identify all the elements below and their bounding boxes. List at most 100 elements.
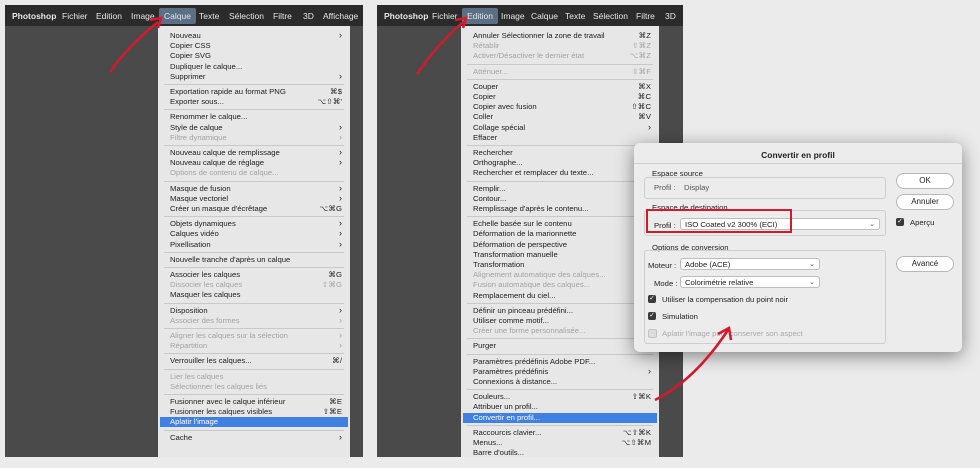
menu-item[interactable]: Associer les calques ⌘G — [170, 270, 342, 280]
menu-item[interactable]: Connexions à distance... — [473, 377, 651, 387]
menu-item[interactable]: Transformation manuelle — [473, 250, 651, 260]
menubar-image[interactable]: Image — [131, 11, 155, 21]
menu-item[interactable]: Copier CSS — [170, 41, 342, 51]
menu-item[interactable]: Remplacement du ciel... — [473, 291, 651, 301]
menu-item[interactable]: Barre d'outils... — [473, 448, 651, 457]
menu-item[interactable]: Définir un pinceau prédéfini... — [473, 306, 651, 316]
engine-select[interactable]: Adobe (ACE) ⌄ — [680, 258, 820, 270]
menu-item[interactable]: Rechercher — [473, 148, 651, 158]
menu-item[interactable]: Purger› — [473, 340, 651, 351]
menu-item-label: Cache — [170, 432, 193, 442]
engine-label: Moteur : — [648, 261, 677, 270]
menu-item[interactable]: Transformation — [473, 260, 651, 270]
menu-item[interactable]: Exportation rapide au format PNG ⌘$ — [170, 87, 342, 97]
menu-item[interactable]: Convertir en profil... — [463, 412, 657, 423]
cancel-button[interactable]: Annuler — [896, 194, 954, 210]
menubar-fichier[interactable]: Fichier — [62, 11, 88, 21]
menu-item[interactable]: Coller ⌘V — [473, 112, 651, 122]
menubar-calque[interactable]: Calque — [531, 11, 558, 21]
menu-item[interactable]: Exporter sous... ⌥⇧⌘' — [170, 97, 342, 107]
menu-item[interactable]: Style de calque › — [170, 122, 342, 133]
menu-item[interactable]: Aplatir l'image — [160, 417, 348, 428]
menu-item[interactable]: Orthographe... — [473, 158, 651, 168]
menu-item[interactable]: Echelle basée sur le contenu^⌥ — [473, 219, 651, 229]
menu-item-label: Remplissage d'après le contenu... — [473, 204, 589, 213]
menu-item[interactable]: Nouvelle tranche d'après un calque — [170, 255, 342, 265]
menu-separator — [164, 429, 344, 431]
menu-item-label: Purger — [473, 341, 497, 351]
menu-item[interactable]: Utiliser comme motif... — [473, 316, 651, 326]
menu-item[interactable]: Couleurs... ⇧⌘K — [473, 392, 651, 402]
menu-item[interactable]: Déformation de perspective — [473, 240, 651, 250]
preview-checkbox[interactable]: ✓ — [896, 218, 904, 226]
menubar-photoshop[interactable]: Photoshop — [12, 11, 56, 21]
menubar-fichier[interactable]: Fichier — [432, 11, 458, 21]
menu-item[interactable]: Raccourcis clavier... ⌥⇧⌘K — [473, 428, 651, 438]
menubar-photoshop[interactable]: Photoshop — [384, 11, 428, 21]
menu-item[interactable]: Remplir... — [473, 184, 651, 194]
menu-item[interactable]: Menus... ⌥⇧⌘M — [473, 438, 651, 448]
menu-item[interactable]: Masque de fusion › — [170, 183, 342, 194]
menu-item[interactable]: Masquer les calques — [170, 290, 342, 300]
menubar-filtre[interactable]: Filtre — [636, 11, 655, 21]
menu-item-label: Couleurs... — [473, 392, 511, 402]
menu-item[interactable]: Verrouiller les calques... ⌘/ — [170, 356, 342, 366]
menubar-selection[interactable]: Sélection — [229, 11, 264, 21]
menu-item-label: Déformation de perspective — [473, 239, 568, 249]
mode-select[interactable]: Colorimétrie relative ⌄ — [680, 276, 820, 288]
menu-item[interactable]: Attribuer un profil... — [473, 402, 651, 412]
menu-item-label: Verrouiller les calques... — [170, 356, 252, 366]
menu-item[interactable]: Fusionner les calques visibles ⇧⌘E — [170, 407, 342, 417]
menu-item[interactable]: Calques vidéo › — [170, 228, 342, 239]
menu-item[interactable]: Disposition › — [170, 305, 342, 316]
simulation-checkbox[interactable]: ✓ — [648, 312, 656, 320]
menu-item[interactable]: Copier SVG — [170, 51, 342, 61]
menubar-edition[interactable]: Edition — [462, 8, 498, 24]
menu-separator — [467, 338, 653, 340]
menu-item-label: Paramètres prédéfinis — [473, 366, 549, 376]
menubar-calque[interactable]: Calque — [159, 8, 196, 24]
submenu-arrow-icon: › — [339, 131, 342, 142]
menubar-texte[interactable]: Texte — [565, 11, 585, 21]
advanced-button[interactable]: Avancé — [896, 256, 954, 272]
menu-item[interactable]: Paramètres prédéfinis Adobe PDF... — [473, 357, 651, 367]
menu-item[interactable]: Nouveau › — [170, 30, 342, 41]
menu-item: Rétablir ⇧⌘Z — [473, 41, 651, 51]
menu-item[interactable]: Dupliquer le calque... — [170, 62, 342, 72]
menu-item[interactable]: Nouveau calque de réglage › — [170, 157, 342, 168]
menu-item[interactable]: Annuler Sélectionner la zone de travail ⌘… — [473, 31, 651, 41]
menubar-edition[interactable]: Edition — [96, 11, 122, 21]
menu-item[interactable]: Remplissage d'après le contenu... — [473, 204, 651, 214]
menubar-selection[interactable]: Sélection — [593, 11, 628, 21]
menu-item[interactable]: Paramètres prédéfinis › — [473, 366, 651, 377]
menubar-3d[interactable]: 3D — [665, 11, 676, 21]
menu-item[interactable]: Renommer le calque... — [170, 112, 342, 122]
menu-item[interactable]: Contour... — [473, 194, 651, 204]
menu-item[interactable]: Cache › — [170, 432, 342, 443]
menu-item[interactable]: Nouveau calque de remplissage › — [170, 147, 342, 158]
menubar-affichage[interactable]: Affichage — [323, 11, 358, 21]
menu-item[interactable]: Copier avec fusion ⇧⌘C — [473, 102, 651, 112]
menu-item-label: Menus... — [473, 438, 503, 447]
menubar-image[interactable]: Image — [501, 11, 525, 21]
menu-item[interactable]: Masque vectoriel › — [170, 193, 342, 204]
menu-item[interactable]: Pixellisation › — [170, 239, 342, 250]
menu-item[interactable]: Créer un masque d'écrêtage ⌥⌘G — [170, 204, 342, 214]
menu-item-label: Connexions à distance... — [473, 377, 558, 386]
menubar-texte[interactable]: Texte — [199, 11, 219, 21]
menu-item[interactable]: Effacer — [473, 133, 651, 143]
menubar-filtre[interactable]: Filtre — [273, 11, 292, 21]
menu-item[interactable]: Supprimer › — [170, 71, 342, 82]
menu-item[interactable]: Couper ⌘X — [473, 82, 651, 92]
menu-item[interactable]: Fusionner avec le calque inférieur ⌘E — [170, 397, 342, 407]
menu-item[interactable]: Objets dynamiques › — [170, 218, 342, 229]
menu-item-shortcut: ⌥⇧⌘' — [317, 97, 342, 107]
menu-item[interactable]: Déformation de la marionnette — [473, 229, 651, 239]
menu-item[interactable]: Copier ⌘C — [473, 92, 651, 102]
menu-item[interactable]: Rechercher et remplacer du texte... — [473, 168, 651, 178]
menu-item[interactable]: Collage spécial › — [473, 122, 651, 133]
ok-button[interactable]: OK — [896, 173, 954, 189]
flatten-checkbox[interactable] — [648, 329, 657, 338]
bpc-checkbox[interactable]: ✓ — [648, 295, 656, 303]
menubar-3d[interactable]: 3D — [303, 11, 314, 21]
